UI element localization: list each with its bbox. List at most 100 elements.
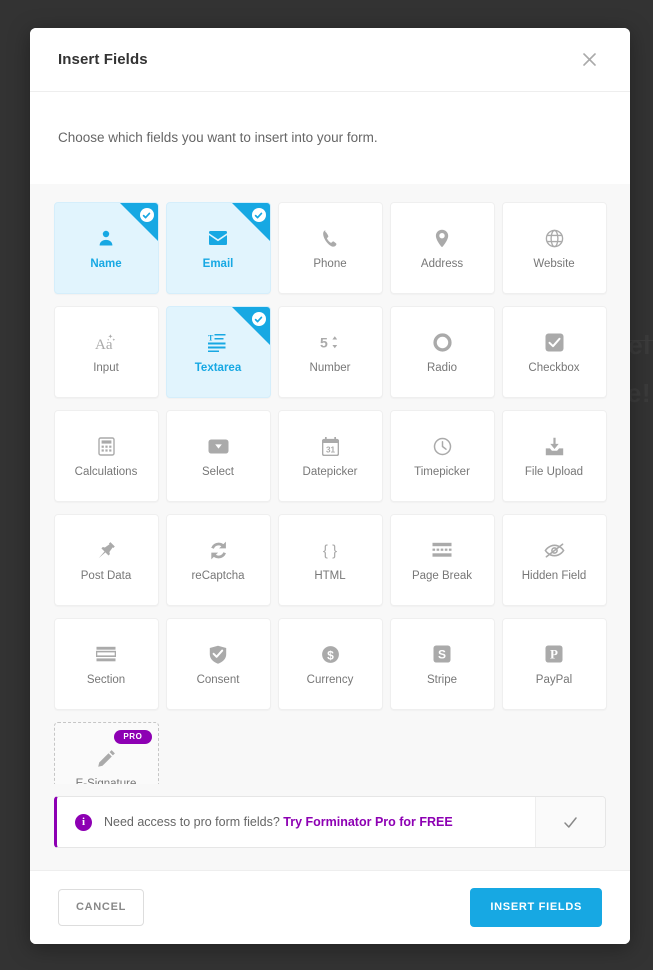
field-card-label: Stripe: [426, 674, 458, 687]
pencil-icon: [97, 744, 116, 772]
pro-badge: PRO: [114, 730, 152, 744]
field-card-phone[interactable]: Phone: [277, 202, 383, 294]
notice-wrapper: i Need access to pro form fields? Try Fo…: [30, 784, 630, 870]
field-card-post-data[interactable]: Post Data: [53, 514, 159, 606]
svg-text:P: P: [550, 647, 558, 662]
field-card-radio[interactable]: Radio: [389, 306, 495, 398]
modal-footer: CANCEL INSERT FIELDS: [30, 870, 630, 944]
field-card-label: Radio: [426, 362, 458, 375]
field-card-label: reCaptcha: [191, 570, 245, 583]
field-card-label: Timepicker: [414, 466, 470, 479]
dropdown-icon: [208, 432, 229, 460]
field-card-textarea[interactable]: T Textarea: [165, 306, 271, 398]
svg-text:S: S: [438, 647, 446, 661]
field-card-datepicker[interactable]: 31 Datepicker: [277, 410, 383, 502]
svg-text:T: T: [208, 333, 214, 342]
field-card-label: HTML: [314, 570, 346, 583]
phone-icon: [322, 224, 339, 252]
svg-text:{ }: { }: [323, 542, 337, 559]
field-card-website[interactable]: Website: [501, 202, 607, 294]
recaptcha-icon: [209, 536, 228, 564]
notice-body: i Need access to pro form fields? Try Fo…: [57, 797, 535, 847]
upload-icon: [545, 432, 564, 460]
field-card-stripe[interactable]: S Stripe: [389, 618, 495, 710]
check-circle-icon: [139, 208, 154, 222]
field-card-paypal[interactable]: P PayPal: [501, 618, 607, 710]
field-card-label: Email: [202, 258, 234, 271]
field-card-hidden-field[interactable]: Hidden Field: [501, 514, 607, 606]
field-card-label: Calculations: [74, 466, 138, 479]
field-card-timepicker[interactable]: Timepicker: [389, 410, 495, 502]
field-card-label: Number: [309, 362, 351, 375]
field-card-page-break[interactable]: Page Break: [389, 514, 495, 606]
field-card-label: Select: [202, 466, 234, 479]
check-circle-icon: [251, 208, 266, 222]
modal-intro: Choose which fields you want to insert i…: [30, 92, 630, 184]
braces-icon: { }: [319, 536, 341, 564]
field-card-currency[interactable]: $ Currency: [277, 618, 383, 710]
pro-notice: i Need access to pro form fields? Try Fo…: [54, 796, 606, 848]
envelope-icon: [208, 224, 228, 252]
field-card-checkbox[interactable]: Checkbox: [501, 306, 607, 398]
number-icon: 5: [320, 328, 340, 356]
field-card-address[interactable]: Address: [389, 202, 495, 294]
close-icon[interactable]: [576, 47, 602, 73]
svg-text:Aa: Aa: [95, 337, 113, 352]
clock-icon: [433, 432, 452, 460]
field-card-label: Hidden Field: [521, 570, 587, 583]
selected-corner-badge: [231, 203, 270, 241]
field-card-label: Post Data: [80, 570, 132, 583]
field-card-label: E-Signature: [76, 778, 137, 784]
globe-icon: [545, 224, 564, 252]
field-card-input[interactable]: Aa Input: [53, 306, 159, 398]
svg-text:31: 31: [325, 445, 335, 454]
page-break-icon: [432, 536, 452, 564]
field-card-number[interactable]: 5 Number: [277, 306, 383, 398]
field-card-label: Consent: [196, 674, 240, 687]
check-circle-icon: [251, 312, 266, 326]
notice-text: Need access to pro form fields? Try Form…: [104, 815, 453, 829]
field-card-label: File Upload: [524, 466, 584, 479]
modal-body: Name Email Phone Address Website Aa Input T Text…: [30, 184, 630, 784]
field-card-select[interactable]: Select: [165, 410, 271, 502]
textarea-icon: T: [208, 328, 228, 356]
field-card-label: Name: [90, 258, 122, 271]
modal-header: Insert Fields: [30, 28, 630, 92]
selected-corner-badge: [119, 203, 158, 241]
svg-text:$: $: [327, 648, 334, 662]
insert-fields-button[interactable]: INSERT FIELDS: [470, 888, 602, 927]
field-card-name[interactable]: Name: [53, 202, 159, 294]
field-card-file-upload[interactable]: File Upload: [501, 410, 607, 502]
selected-corner-badge: [231, 307, 270, 345]
intro-text: Choose which fields you want to insert i…: [58, 129, 378, 145]
field-card-e-signature[interactable]: PRO E-Signature: [53, 722, 159, 784]
notice-message: Need access to pro form fields?: [104, 815, 280, 829]
field-card-section[interactable]: Section: [53, 618, 159, 710]
eye-slash-icon: [543, 536, 565, 564]
dollar-icon: $: [321, 640, 340, 668]
field-card-html[interactable]: { } HTML: [277, 514, 383, 606]
svg-text:5: 5: [320, 334, 328, 350]
checkbox-icon: [545, 328, 564, 356]
field-card-label: Checkbox: [528, 362, 580, 375]
calculator-icon: [97, 432, 115, 460]
field-card-label: PayPal: [535, 674, 573, 687]
field-card-label: Page Break: [411, 570, 473, 583]
cancel-button[interactable]: CANCEL: [58, 889, 145, 926]
field-card-label: Section: [86, 674, 126, 687]
try-pro-link[interactable]: Try Forminator Pro for FREE: [283, 815, 452, 829]
field-card-recaptcha[interactable]: reCaptcha: [165, 514, 271, 606]
field-card-calculations[interactable]: Calculations: [53, 410, 159, 502]
field-card-email[interactable]: Email: [165, 202, 271, 294]
field-card-consent[interactable]: Consent: [165, 618, 271, 710]
field-card-label: Address: [420, 258, 464, 271]
radio-icon: [432, 328, 452, 356]
field-card-label: Textarea: [194, 362, 242, 375]
field-card-label: Datepicker: [302, 466, 358, 479]
field-grid: Name Email Phone Address Website Aa Input T Text…: [53, 202, 607, 784]
notice-dismiss-button[interactable]: [535, 797, 605, 847]
field-card-label: Input: [93, 362, 119, 375]
pin-icon: [97, 536, 116, 564]
info-icon: i: [75, 813, 92, 831]
user-icon: [97, 224, 115, 252]
